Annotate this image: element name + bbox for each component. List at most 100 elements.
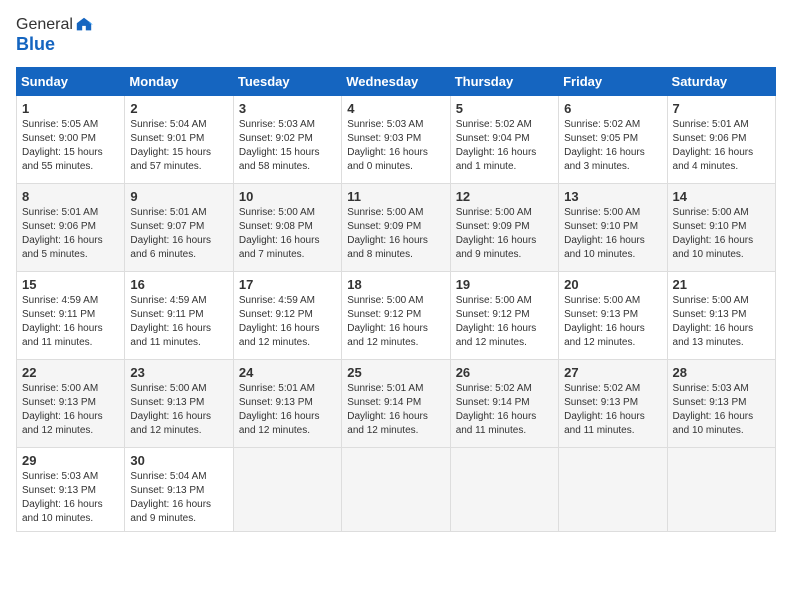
cell-text: Sunrise: 5:00 AM Sunset: 9:10 PM Dayligh… [564, 206, 661, 262]
calendar-cell: 26 Sunrise: 5:02 AM Sunset: 9:14 PM Dayli… [450, 360, 558, 448]
day-number: 19 [456, 277, 553, 292]
calendar-cell [342, 448, 450, 532]
cell-text: Sunrise: 5:02 AM Sunset: 9:05 PM Dayligh… [564, 118, 661, 174]
day-number: 28 [673, 365, 770, 380]
day-number: 5 [456, 101, 553, 116]
cell-text: Sunrise: 5:00 AM Sunset: 9:09 PM Dayligh… [456, 206, 553, 262]
cell-text: Sunrise: 5:02 AM Sunset: 9:13 PM Dayligh… [564, 382, 661, 438]
cell-text: Sunrise: 5:00 AM Sunset: 9:13 PM Dayligh… [130, 382, 227, 438]
cell-text: Sunrise: 5:00 AM Sunset: 9:13 PM Dayligh… [22, 382, 119, 438]
page-header: General Blue [16, 16, 776, 55]
calendar-week-row: 15 Sunrise: 4:59 AM Sunset: 9:11 PM Dayli… [17, 272, 776, 360]
calendar-cell: 11 Sunrise: 5:00 AM Sunset: 9:09 PM Dayli… [342, 184, 450, 272]
cell-text: Sunrise: 4:59 AM Sunset: 9:11 PM Dayligh… [22, 294, 119, 350]
calendar-cell: 22 Sunrise: 5:00 AM Sunset: 9:13 PM Dayli… [17, 360, 125, 448]
calendar-table: SundayMondayTuesdayWednesdayThursdayFrid… [16, 67, 776, 532]
cell-text: Sunrise: 5:00 AM Sunset: 9:12 PM Dayligh… [456, 294, 553, 350]
day-number: 13 [564, 189, 661, 204]
day-number: 15 [22, 277, 119, 292]
day-number: 23 [130, 365, 227, 380]
day-number: 12 [456, 189, 553, 204]
day-number: 29 [22, 453, 119, 468]
cell-text: Sunrise: 5:02 AM Sunset: 9:14 PM Dayligh… [456, 382, 553, 438]
calendar-cell: 27 Sunrise: 5:02 AM Sunset: 9:13 PM Dayli… [559, 360, 667, 448]
calendar-cell: 15 Sunrise: 4:59 AM Sunset: 9:11 PM Dayli… [17, 272, 125, 360]
cell-text: Sunrise: 5:01 AM Sunset: 9:07 PM Dayligh… [130, 206, 227, 262]
day-number: 25 [347, 365, 444, 380]
day-number: 10 [239, 189, 336, 204]
weekday-header-monday: Monday [125, 68, 233, 96]
day-number: 8 [22, 189, 119, 204]
calendar-cell: 21 Sunrise: 5:00 AM Sunset: 9:13 PM Dayli… [667, 272, 775, 360]
calendar-cell: 1 Sunrise: 5:05 AM Sunset: 9:00 PM Daylig… [17, 96, 125, 184]
day-number: 24 [239, 365, 336, 380]
logo-icon [75, 16, 93, 34]
day-number: 7 [673, 101, 770, 116]
weekday-header-tuesday: Tuesday [233, 68, 341, 96]
cell-text: Sunrise: 4:59 AM Sunset: 9:12 PM Dayligh… [239, 294, 336, 350]
day-number: 21 [673, 277, 770, 292]
weekday-header-saturday: Saturday [667, 68, 775, 96]
calendar-cell: 7 Sunrise: 5:01 AM Sunset: 9:06 PM Daylig… [667, 96, 775, 184]
calendar-week-row: 22 Sunrise: 5:00 AM Sunset: 9:13 PM Dayli… [17, 360, 776, 448]
calendar-cell [559, 448, 667, 532]
cell-text: Sunrise: 5:03 AM Sunset: 9:13 PM Dayligh… [22, 470, 119, 526]
cell-text: Sunrise: 5:03 AM Sunset: 9:02 PM Dayligh… [239, 118, 336, 174]
calendar-cell [233, 448, 341, 532]
calendar-week-row: 8 Sunrise: 5:01 AM Sunset: 9:06 PM Daylig… [17, 184, 776, 272]
day-number: 3 [239, 101, 336, 116]
day-number: 11 [347, 189, 444, 204]
calendar-cell: 30Sunrise: 5:04 AM Sunset: 9:13 PM Dayli… [125, 448, 233, 532]
calendar-cell: 8 Sunrise: 5:01 AM Sunset: 9:06 PM Daylig… [17, 184, 125, 272]
logo-blue-text: Blue [16, 34, 93, 55]
calendar-body: 1 Sunrise: 5:05 AM Sunset: 9:00 PM Daylig… [17, 96, 776, 532]
calendar-cell: 4 Sunrise: 5:03 AM Sunset: 9:03 PM Daylig… [342, 96, 450, 184]
day-number: 6 [564, 101, 661, 116]
calendar-week-row: 29 Sunrise: 5:03 AM Sunset: 9:13 PM Dayli… [17, 448, 776, 532]
calendar-cell: 18 Sunrise: 5:00 AM Sunset: 9:12 PM Dayli… [342, 272, 450, 360]
day-number: 22 [22, 365, 119, 380]
cell-text: Sunrise: 5:04 AM Sunset: 9:13 PM Dayligh… [130, 470, 227, 526]
cell-text: Sunrise: 5:02 AM Sunset: 9:04 PM Dayligh… [456, 118, 553, 174]
cell-text: Sunrise: 5:03 AM Sunset: 9:03 PM Dayligh… [347, 118, 444, 174]
calendar-cell [450, 448, 558, 532]
weekday-header-wednesday: Wednesday [342, 68, 450, 96]
logo: General Blue [16, 16, 93, 55]
calendar-cell: 12 Sunrise: 5:00 AM Sunset: 9:09 PM Dayli… [450, 184, 558, 272]
day-number: 2 [130, 101, 227, 116]
calendar-cell: 9 Sunrise: 5:01 AM Sunset: 9:07 PM Daylig… [125, 184, 233, 272]
cell-text: Sunrise: 5:04 AM Sunset: 9:01 PM Dayligh… [130, 118, 227, 174]
day-number: 17 [239, 277, 336, 292]
calendar-cell: 6 Sunrise: 5:02 AM Sunset: 9:05 PM Daylig… [559, 96, 667, 184]
cell-text: Sunrise: 5:00 AM Sunset: 9:10 PM Dayligh… [673, 206, 770, 262]
cell-text: Sunrise: 5:00 AM Sunset: 9:08 PM Dayligh… [239, 206, 336, 262]
day-number: 18 [347, 277, 444, 292]
day-number: 14 [673, 189, 770, 204]
calendar-cell: 5 Sunrise: 5:02 AM Sunset: 9:04 PM Daylig… [450, 96, 558, 184]
calendar-header-row: SundayMondayTuesdayWednesdayThursdayFrid… [17, 68, 776, 96]
calendar-cell: 20Sunrise: 5:00 AM Sunset: 9:13 PM Dayli… [559, 272, 667, 360]
calendar-cell: 13 Sunrise: 5:00 AM Sunset: 9:10 PM Dayli… [559, 184, 667, 272]
calendar-week-row: 1 Sunrise: 5:05 AM Sunset: 9:00 PM Daylig… [17, 96, 776, 184]
cell-text: Sunrise: 5:00 AM Sunset: 9:09 PM Dayligh… [347, 206, 444, 262]
cell-text: Sunrise: 5:00 AM Sunset: 9:12 PM Dayligh… [347, 294, 444, 350]
day-number: 4 [347, 101, 444, 116]
day-number: 9 [130, 189, 227, 204]
calendar-cell: 24 Sunrise: 5:01 AM Sunset: 9:13 PM Dayli… [233, 360, 341, 448]
day-number: 1 [22, 101, 119, 116]
calendar-cell: 23 Sunrise: 5:00 AM Sunset: 9:13 PM Dayli… [125, 360, 233, 448]
day-number: 26 [456, 365, 553, 380]
calendar-cell: 16Sunrise: 4:59 AM Sunset: 9:11 PM Dayli… [125, 272, 233, 360]
cell-text: Sunrise: 5:00 AM Sunset: 9:13 PM Dayligh… [673, 294, 770, 350]
calendar-cell: 19 Sunrise: 5:00 AM Sunset: 9:12 PM Dayli… [450, 272, 558, 360]
logo-general-text: General [16, 16, 73, 34]
day-number: 20 [564, 277, 661, 292]
cell-text: Sunrise: 5:01 AM Sunset: 9:13 PM Dayligh… [239, 382, 336, 438]
cell-text: Sunrise: 5:01 AM Sunset: 9:06 PM Dayligh… [22, 206, 119, 262]
calendar-cell: 17 Sunrise: 4:59 AM Sunset: 9:12 PM Dayli… [233, 272, 341, 360]
cell-text: Sunrise: 5:01 AM Sunset: 9:06 PM Dayligh… [673, 118, 770, 174]
day-number: 27 [564, 365, 661, 380]
cell-text: Sunrise: 5:05 AM Sunset: 9:00 PM Dayligh… [22, 118, 119, 174]
calendar-cell: 3 Sunrise: 5:03 AM Sunset: 9:02 PM Daylig… [233, 96, 341, 184]
calendar-cell: 2 Sunrise: 5:04 AM Sunset: 9:01 PM Daylig… [125, 96, 233, 184]
